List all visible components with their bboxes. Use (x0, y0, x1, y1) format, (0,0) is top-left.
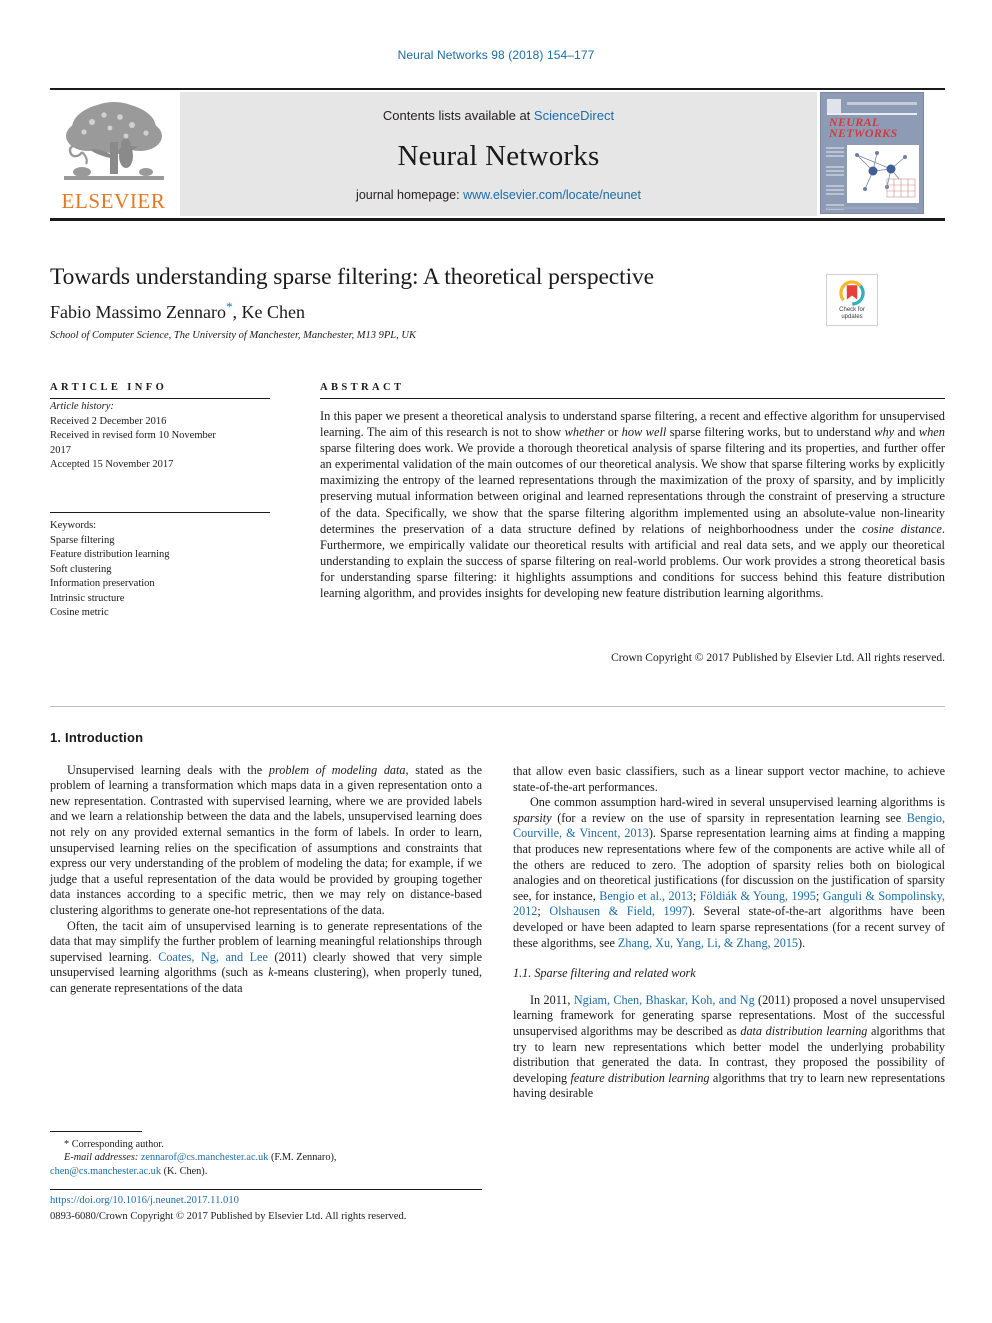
author-primary: Fabio Massimo Zennaro (50, 302, 226, 322)
footnote-rule (50, 1131, 142, 1133)
contents-lists-line: Contents lists available at ScienceDirec… (180, 108, 817, 123)
keyword-item: Information preservation (50, 578, 155, 589)
article-info-heading: ARTICLE INFO (50, 382, 168, 393)
body-paragraph: One common assumption hard-wired in seve… (513, 795, 945, 950)
author-list: Fabio Massimo Zennaro*, Ke Chen (50, 299, 945, 323)
keyword-item: Cosine metric (50, 607, 109, 618)
history-line: Received 2 December 2016 (50, 415, 167, 427)
masthead-center-panel: Contents lists available at ScienceDirec… (180, 92, 817, 216)
running-head: Neural Networks 98 (2018) 154–177 (397, 48, 595, 62)
elsevier-logo: ELSEVIER (50, 92, 177, 216)
elsevier-tree-icon (63, 102, 164, 180)
article-history-label: Article history: (50, 401, 114, 412)
issn-copyright-line: 0893-6080/Crown Copyright © 2017 Publish… (50, 1211, 407, 1222)
masthead-top-rule (50, 88, 945, 90)
article-history-block: Article history: Received 2 December 201… (50, 400, 270, 473)
keyword-item: Soft clustering (50, 563, 112, 575)
elsevier-wordmark: ELSEVIER (61, 189, 166, 213)
cover-sidebar-lines (826, 147, 844, 212)
journal-homepage-line: journal homepage: www.elsevier.com/locat… (180, 188, 817, 202)
email-link-2[interactable]: chen@cs.manchester.ac.uk (50, 1166, 161, 1177)
footnote-block: * Corresponding author. E-mail addresses… (50, 1138, 482, 1178)
affiliation: School of Computer Science, The Universi… (50, 330, 416, 341)
section-1-heading: 1. Introduction (50, 730, 144, 745)
doi-link[interactable]: https://doi.org/10.1016/j.neunet.2017.11… (50, 1195, 239, 1206)
keywords-rule (50, 512, 270, 514)
journal-masthead: ELSEVIER Contents lists available at Sci… (50, 88, 945, 221)
keyword-item: Feature distribution learning (50, 549, 170, 560)
keywords-block: Keywords: Sparse filtering Feature distr… (50, 519, 270, 621)
body-paragraph: Unsupervised learning deals with the pro… (50, 762, 482, 917)
body-paragraph: Often, the tacit aim of unsupervised lea… (50, 918, 482, 995)
email-addresses-line: E-mail addresses: zennarof@cs.manchester… (50, 1151, 482, 1164)
masthead-bottom-rule (50, 218, 945, 221)
abstract-text: In this paper we present a theoretical a… (320, 409, 945, 601)
keyword-item: Sparse filtering (50, 534, 115, 546)
crossmark-label-line1: Check for (839, 306, 865, 313)
crossmark-label-line2: updates (841, 313, 863, 320)
email-addresses-line-2: chen@cs.manchester.ac.uk (K. Chen). (50, 1165, 482, 1178)
keywords-label: Keywords: (50, 520, 97, 531)
footer-rule (50, 1189, 482, 1190)
body-paragraph: that allow even basic classifiers, such … (513, 764, 945, 794)
crossmark-badge[interactable]: Check for updates (826, 274, 878, 326)
author-secondary: , Ke Chen (232, 302, 305, 322)
keyword-item: Intrinsic structure (50, 592, 125, 604)
body-column-left: 1. Introduction Unsupervised learning de… (50, 730, 482, 997)
cover-header-rule (847, 102, 917, 105)
abstract-heading: ABSTRACT (320, 382, 405, 393)
email-label: E-mail addresses: (64, 1152, 139, 1164)
history-line: Received in revised form 10 November (50, 430, 216, 441)
body-column-right: that allow even basic classifiers, such … (513, 764, 945, 1102)
body-paragraph: In 2011, Ngiam, Chen, Bhaskar, Koh, and … (513, 992, 946, 1101)
body-separator-rule (50, 706, 945, 707)
sciencedirect-link[interactable]: ScienceDirect (534, 108, 614, 123)
email-owner-2: (K. Chen). (163, 1165, 208, 1177)
info-heading-rule (50, 398, 270, 400)
cover-journal-title: NEURAL NETWORKS (829, 115, 898, 140)
cover-header-strip (827, 99, 917, 115)
email-link-1[interactable]: zennarof@cs.manchester.ac.uk (141, 1152, 269, 1163)
journal-cover-thumbnail: NEURAL NETWORKS (820, 92, 945, 216)
history-line: Accepted 15 November 2017 (50, 459, 174, 470)
email-owner-1: (F.M. Zennaro), (270, 1152, 337, 1164)
cover-neural-network-diagram (847, 145, 919, 203)
title-block: Towards understanding sparse filtering: … (50, 262, 945, 341)
cover-footer-rule (827, 207, 917, 209)
journal-title: Neural Networks (397, 140, 600, 172)
crossmark-label: Check for updates (839, 307, 865, 321)
homepage-prefix: journal homepage: (356, 188, 464, 202)
corresponding-author-note: * Corresponding author. (64, 1139, 164, 1150)
crossmark-icon (839, 279, 865, 306)
homepage-link[interactable]: www.elsevier.com/locate/neunet (463, 188, 641, 202)
abstract-heading-rule (320, 398, 945, 400)
page-title: Towards understanding sparse filtering: … (50, 264, 654, 290)
paper-page: Neural Networks 98 (2018) 154–177 ELSEVI… (0, 0, 992, 1323)
abstract-copyright: Crown Copyright © 2017 Published by Else… (611, 652, 945, 664)
section-1-1-heading: 1.1. Sparse filtering and related work (513, 966, 696, 981)
contents-lists-prefix: Contents lists available at (382, 108, 534, 123)
history-line: 2017 (50, 444, 71, 456)
